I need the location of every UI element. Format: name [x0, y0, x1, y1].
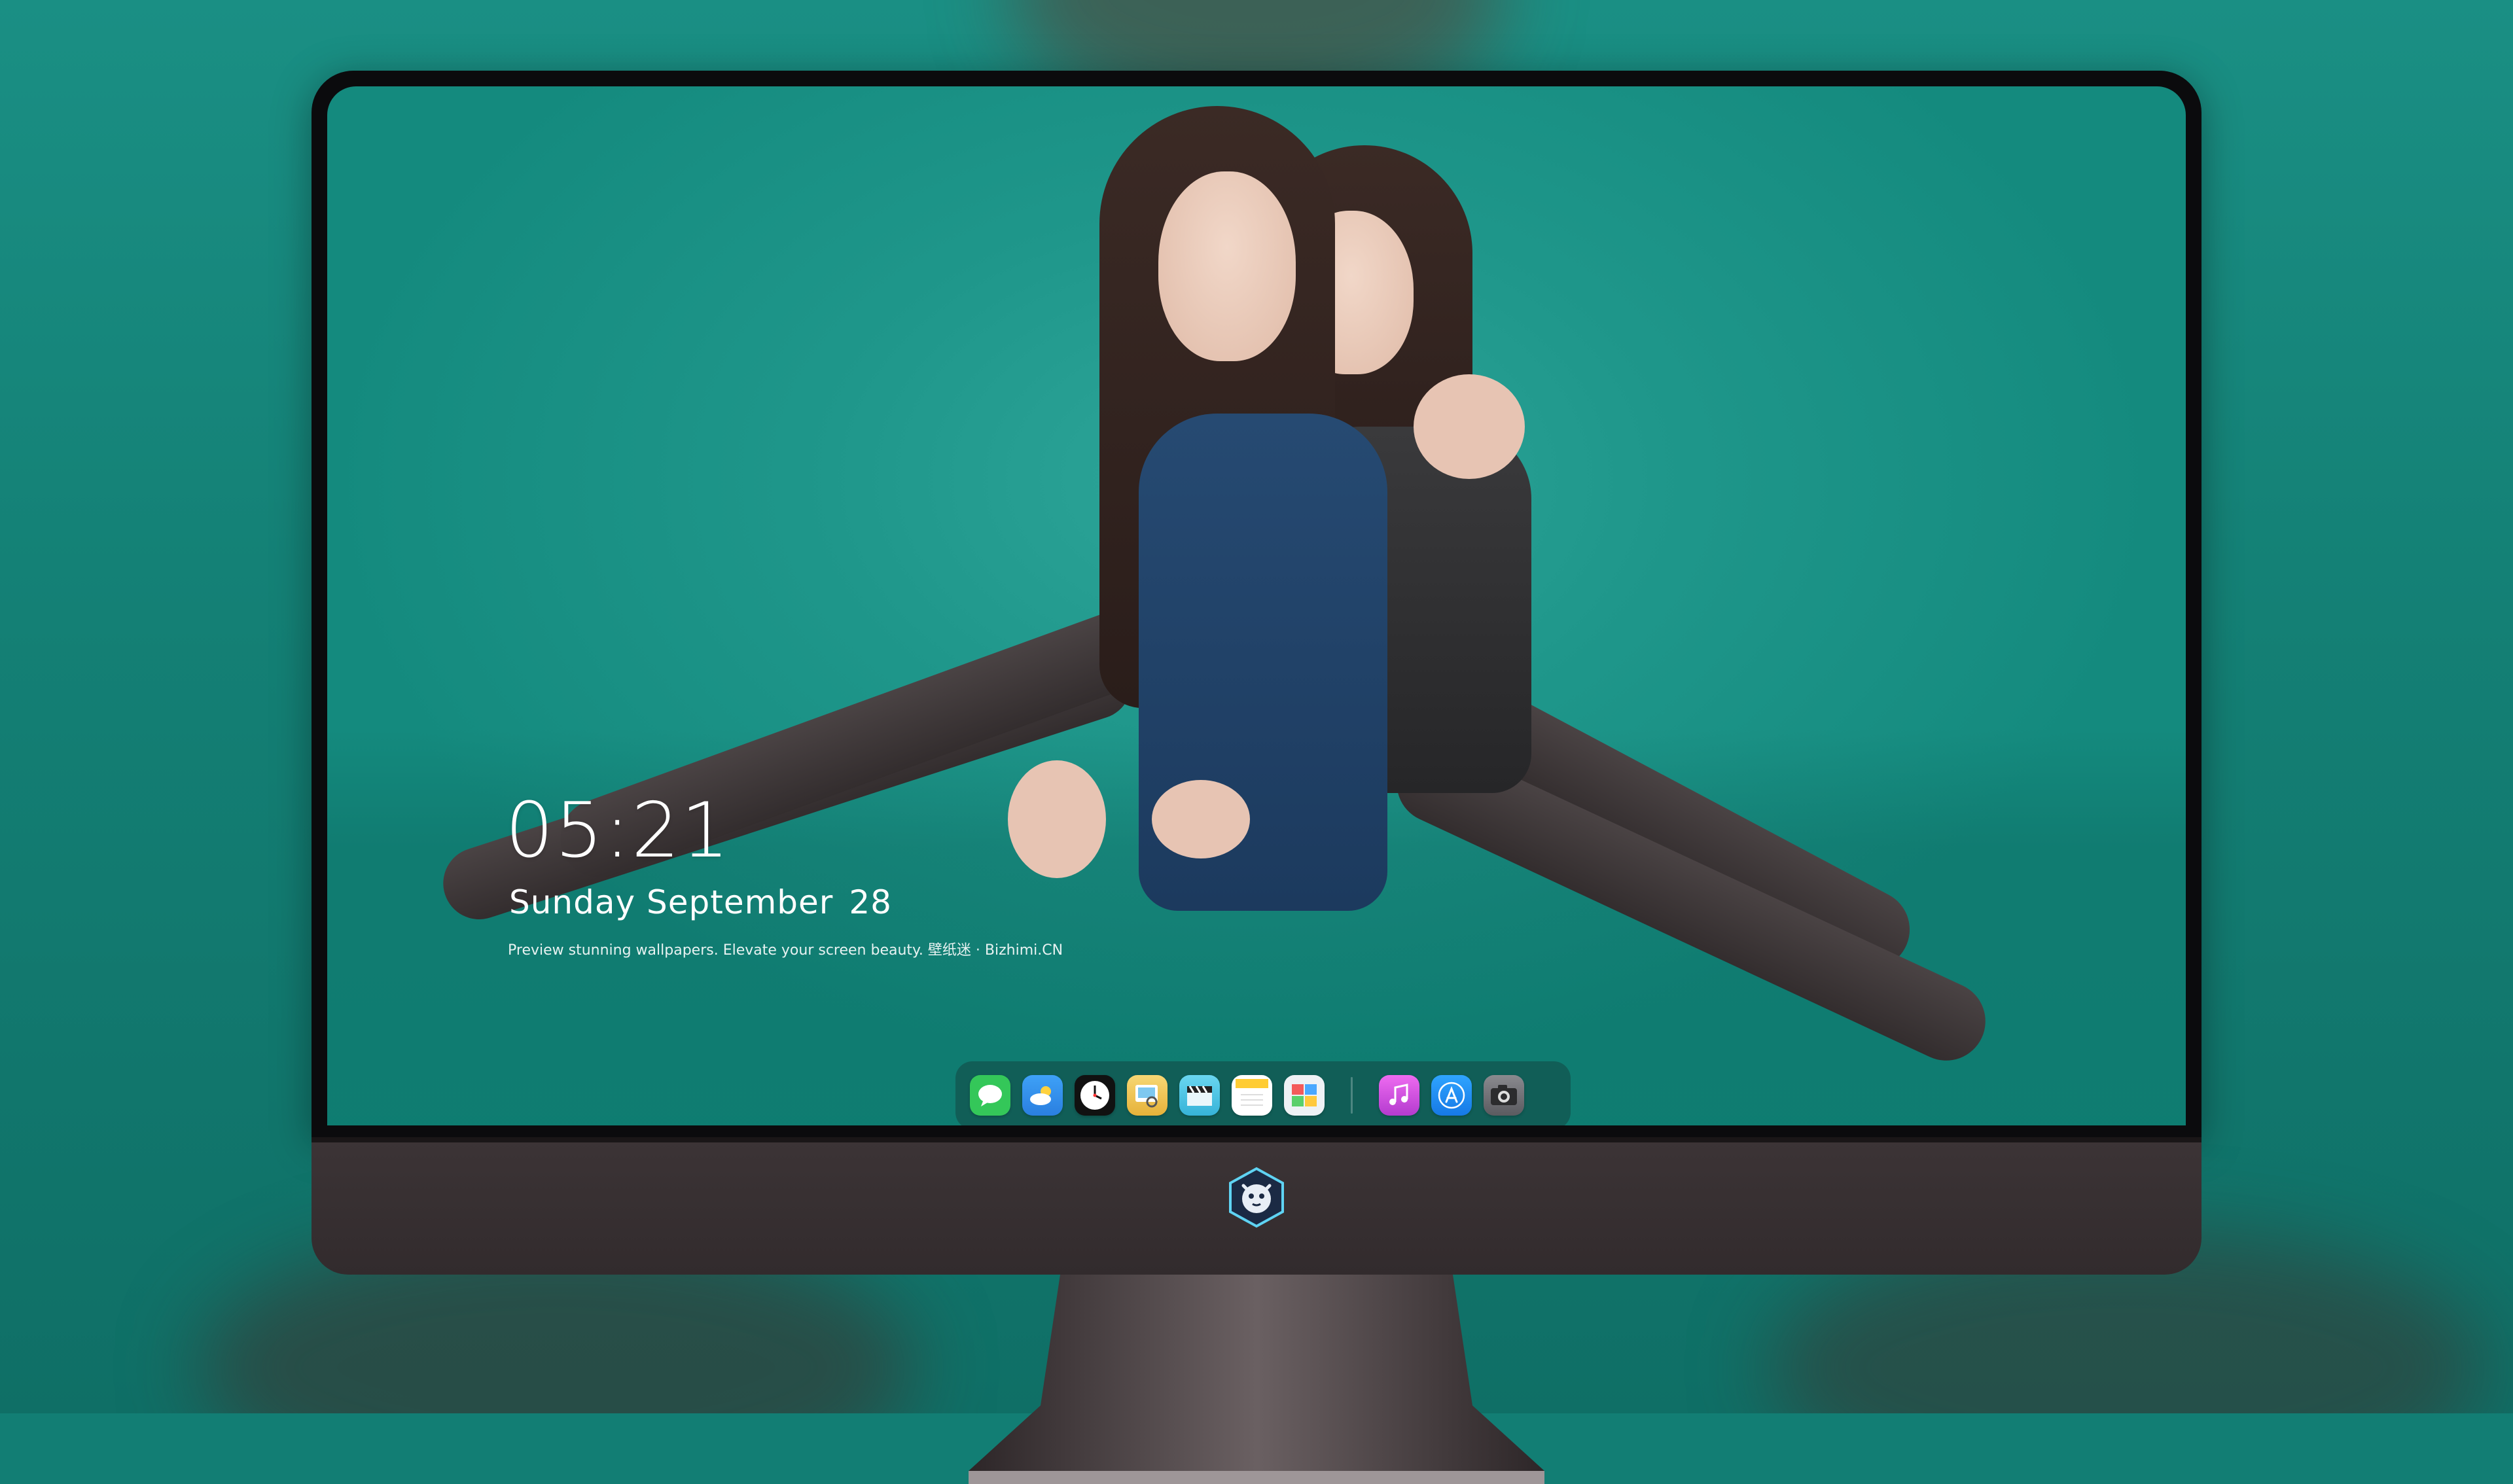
screen: 05:21 Sunday September 28 Preview stunnin… — [327, 86, 2186, 1125]
clock-date: Sunday September 28 — [505, 883, 1063, 921]
music-icon[interactable] — [1379, 1075, 1419, 1116]
messages-icon[interactable] — [970, 1075, 1010, 1116]
figure-face — [1158, 171, 1296, 361]
photo-editor-icon[interactable] — [1284, 1075, 1325, 1116]
app-store-icon[interactable] — [1431, 1075, 1472, 1116]
monitor: 05:21 Sunday September 28 Preview stunnin… — [312, 71, 2201, 1484]
lockscreen-clock: 05:21 Sunday September 28 Preview stunnin… — [505, 793, 1063, 959]
preview-icon[interactable] — [1127, 1075, 1167, 1116]
chin-divider — [312, 1137, 2201, 1142]
weather-icon[interactable] — [1022, 1075, 1063, 1116]
brand-logo-icon — [1225, 1166, 1288, 1229]
clock-time: 05:21 — [505, 786, 731, 875]
monitor-stand — [969, 1275, 1544, 1484]
dock-separator — [1351, 1077, 1353, 1114]
monitor-chin — [312, 1137, 2201, 1275]
wallpaper-photo — [327, 86, 2186, 1125]
clock-icon[interactable] — [1075, 1075, 1115, 1116]
figure-hand — [1152, 780, 1250, 858]
figure-shoulder — [1414, 374, 1525, 479]
notes-icon[interactable] — [1232, 1075, 1272, 1116]
camera-icon[interactable] — [1484, 1075, 1524, 1116]
monitor-bezel: 05:21 Sunday September 28 Preview stunnin… — [312, 71, 2201, 1137]
clock-weekday-month: Sunday September — [509, 883, 834, 921]
clock-tagline: Preview stunning wallpapers. Elevate you… — [508, 942, 1063, 959]
video-icon[interactable] — [1179, 1075, 1220, 1116]
clock-day: 28 — [849, 883, 892, 921]
dock — [955, 1061, 1571, 1125]
